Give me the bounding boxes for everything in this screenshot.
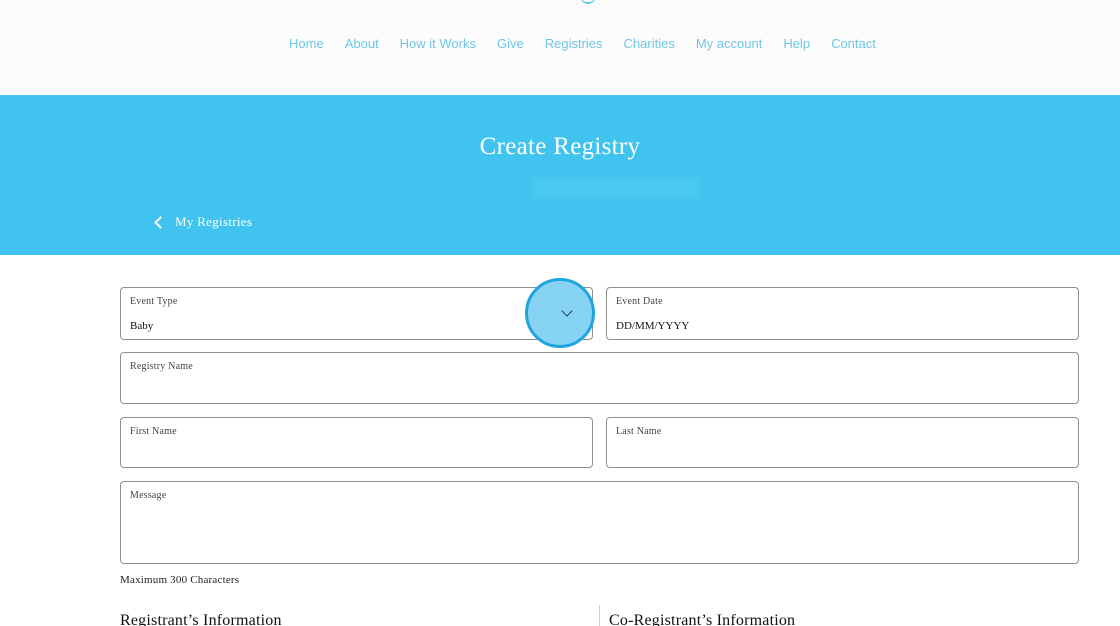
event-date-field[interactable]: Event Date DD/MM/YYYY: [606, 287, 1079, 340]
event-type-label: Event Type: [130, 296, 178, 307]
nav-help[interactable]: Help: [783, 36, 810, 51]
message-textarea[interactable]: Message: [120, 481, 1079, 564]
main-nav: Home About How it Works Give Registries …: [289, 36, 876, 51]
registrant-section-title: Registrant’s Information: [120, 612, 282, 626]
chevron-down-icon: [561, 305, 573, 317]
event-type-value: Baby: [130, 320, 154, 332]
nav-my-account[interactable]: My account: [696, 36, 762, 51]
nav-give[interactable]: Give: [497, 36, 524, 51]
first-name-label: First Name: [130, 426, 177, 437]
chevron-left-icon: [154, 215, 167, 229]
nav-home[interactable]: Home: [289, 36, 324, 51]
last-name-label: Last Name: [616, 426, 662, 437]
back-link-label: My Registries: [175, 214, 253, 229]
top-navigation: Home About How it Works Give Registries …: [0, 0, 1120, 95]
nav-contact[interactable]: Contact: [831, 36, 876, 51]
event-date-label: Event Date: [616, 296, 663, 307]
event-date-value: DD/MM/YYYY: [616, 320, 690, 332]
event-type-dropdown-toggle[interactable]: [525, 278, 595, 348]
logo-fragment[interactable]: [580, 0, 596, 4]
message-label: Message: [130, 490, 167, 501]
message-character-limit: Maximum 300 Characters: [120, 574, 240, 586]
first-name-field[interactable]: First Name: [120, 417, 593, 468]
last-name-field[interactable]: Last Name: [606, 417, 1079, 468]
registry-name-field[interactable]: Registry Name: [120, 352, 1079, 404]
page-title: Create Registry: [479, 133, 641, 160]
blurred-subtitle: [532, 177, 698, 199]
nav-charities[interactable]: Charities: [624, 36, 675, 51]
hero-banner: Create Registry My Registries: [0, 95, 1120, 255]
back-to-my-registries-link[interactable]: My Registries: [154, 214, 252, 230]
section-divider: [599, 605, 600, 626]
co-registrant-section-title: Co-Registrant’s Information: [609, 612, 796, 626]
nav-how-it-works[interactable]: How it Works: [400, 36, 476, 51]
registry-name-label: Registry Name: [130, 361, 193, 372]
nav-about[interactable]: About: [345, 36, 379, 51]
nav-registries[interactable]: Registries: [545, 36, 603, 51]
event-type-select[interactable]: Event Type Baby: [120, 287, 593, 340]
